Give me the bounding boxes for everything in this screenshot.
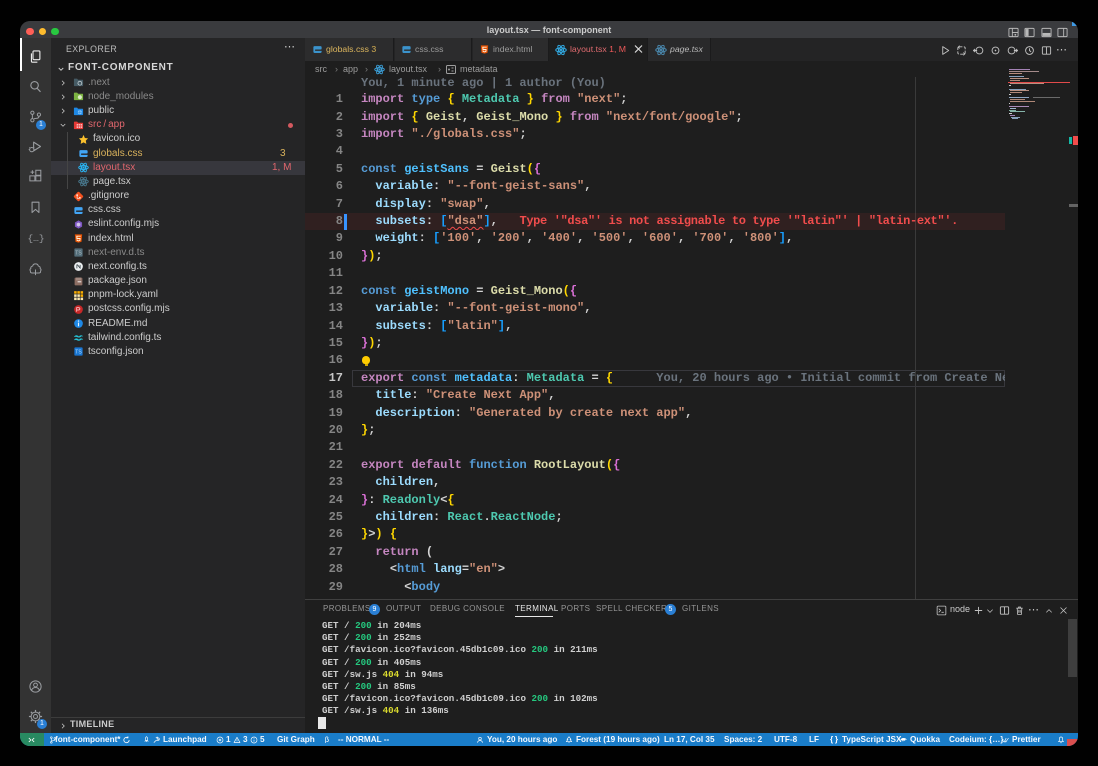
svg-text:TS: TS xyxy=(75,251,82,257)
svg-text:TS: TS xyxy=(75,350,82,356)
